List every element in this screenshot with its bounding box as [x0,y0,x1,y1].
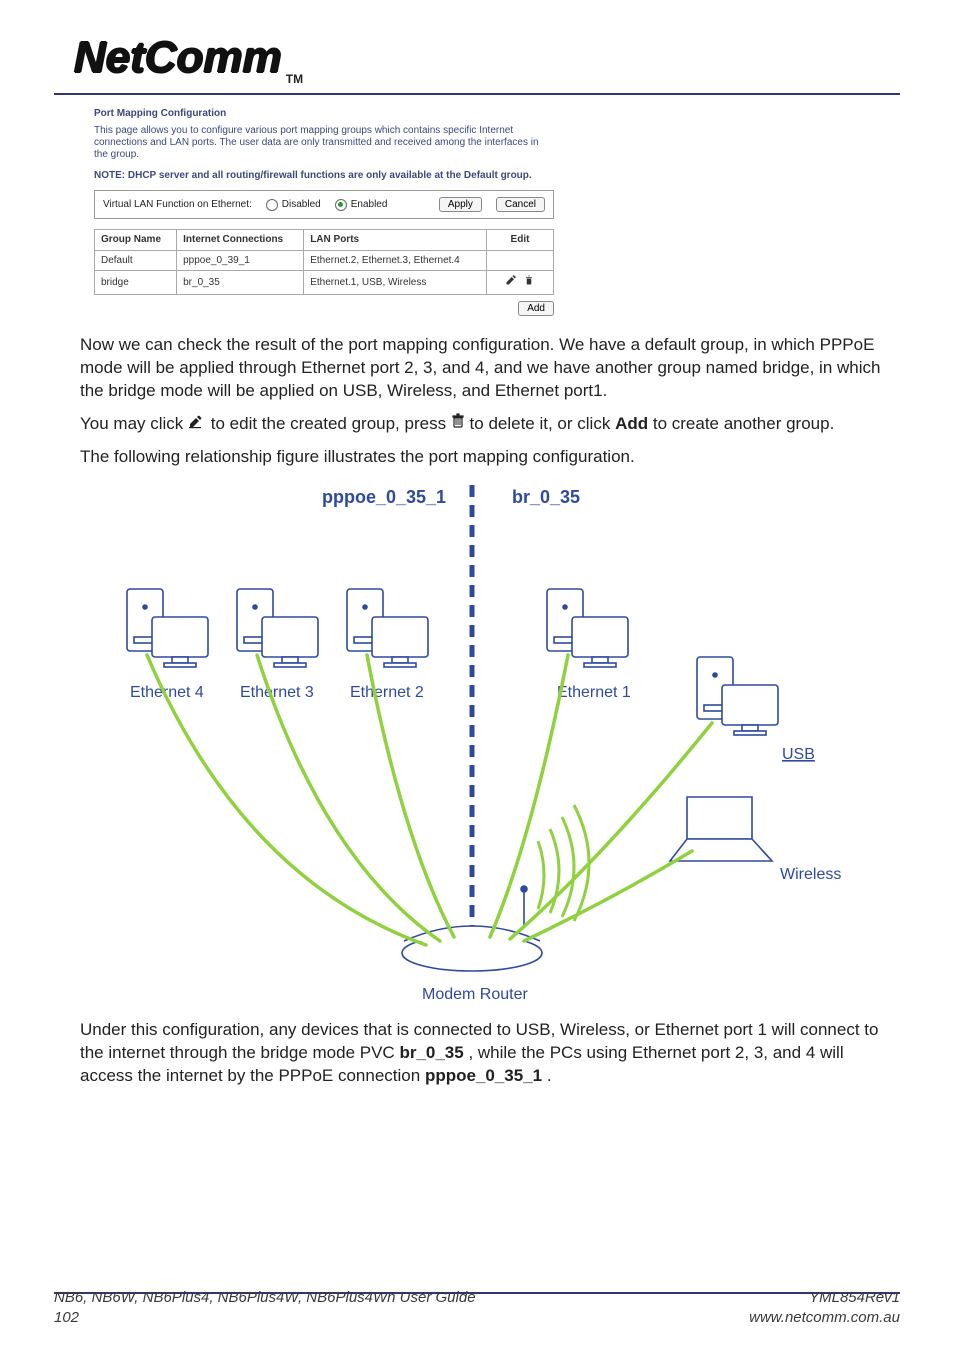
inline-br: br_0_35 [399,1043,463,1062]
col-edit: Edit [487,230,554,251]
page-body: Now we can check the result of the port … [80,334,900,469]
port-mapping-diagram: pppoe_0_35_1 br_0_35 [92,479,862,1009]
delete-icon [451,413,465,436]
inline-add: Add [615,414,648,433]
vlan-label: Virtual LAN Function on Ethernet: [103,198,252,212]
apply-button[interactable]: Apply [439,197,482,212]
col-conn: Internet Connections [177,230,304,251]
vlan-enabled-label: Enabled [351,198,388,212]
group-table: Group Name Internet Connections LAN Port… [94,229,554,295]
panel-description: This page allows you to configure variou… [94,125,554,161]
vlan-disabled-radio[interactable]: Disabled [266,198,321,212]
cell-edit [487,250,554,271]
edit-icon [188,413,206,436]
col-lan: LAN Ports [304,230,487,251]
col-group: Group Name [95,230,177,251]
cell-group: bridge [95,271,177,295]
diagram-eth2: Ethernet 2 [350,684,424,701]
inline-pppoe: pppoe_0_35_1 [425,1066,542,1085]
diagram-left-title: pppoe_0_35_1 [322,487,446,507]
delete-icon[interactable] [523,274,535,286]
footer-guide-title: NB6, NB6W, NB6Plus4, NB6Plus4W, NB6Plus4… [54,1288,476,1308]
footer-doc-id: YML854Rev1 [749,1288,900,1308]
diagram-eth1: Ethernet 1 [557,684,631,701]
diagram-usb: USB [782,746,815,763]
table-row: Default pppoe_0_39_1 Ethernet.2, Etherne… [95,250,554,271]
cell-lan: Ethernet.2, Ethernet.3, Ethernet.4 [304,250,487,271]
paragraph: Now we can check the result of the port … [80,334,900,403]
vlan-enabled-radio[interactable]: Enabled [335,198,388,212]
paragraph: You may click to edit the created group,… [80,413,900,436]
table-row: bridge br_0_35 Ethernet.1, USB, Wireless [95,271,554,295]
radio-icon [266,199,278,211]
diagram-router: Modem Router [422,986,528,1003]
cell-edit [487,271,554,295]
panel-note: NOTE: DHCP server and all routing/firewa… [94,169,554,183]
brand-logo: NetComm TM [74,28,900,87]
page-number: 102 [54,1308,476,1328]
paragraph: Under this configuration, any devices th… [80,1019,900,1088]
radio-icon [335,199,347,211]
vlan-row: Virtual LAN Function on Ethernet: Disabl… [94,190,554,219]
diagram-right-title: br_0_35 [512,487,580,507]
header-divider [54,93,900,95]
cancel-button[interactable]: Cancel [496,197,545,212]
add-button[interactable]: Add [518,301,554,316]
page-footer: NB6, NB6W, NB6Plus4, NB6Plus4W, NB6Plus4… [54,1288,900,1329]
edit-icon[interactable] [505,274,517,286]
cell-conn: br_0_35 [177,271,304,295]
cell-group: Default [95,250,177,271]
paragraph: The following relationship figure illust… [80,446,900,469]
cell-conn: pppoe_0_39_1 [177,250,304,271]
port-mapping-panel: Port Mapping Configuration This page all… [94,107,554,316]
panel-title: Port Mapping Configuration [94,107,554,121]
trademark: TM [286,71,303,87]
page-body-end: Under this configuration, any devices th… [80,1019,900,1088]
footer-url: www.netcomm.com.au [749,1308,900,1328]
brand-word: NetComm [74,28,282,87]
cell-lan: Ethernet.1, USB, Wireless [304,271,487,295]
vlan-disabled-label: Disabled [282,198,321,212]
diagram-eth3: Ethernet 3 [240,684,314,701]
diagram-wireless: Wireless [780,866,841,883]
